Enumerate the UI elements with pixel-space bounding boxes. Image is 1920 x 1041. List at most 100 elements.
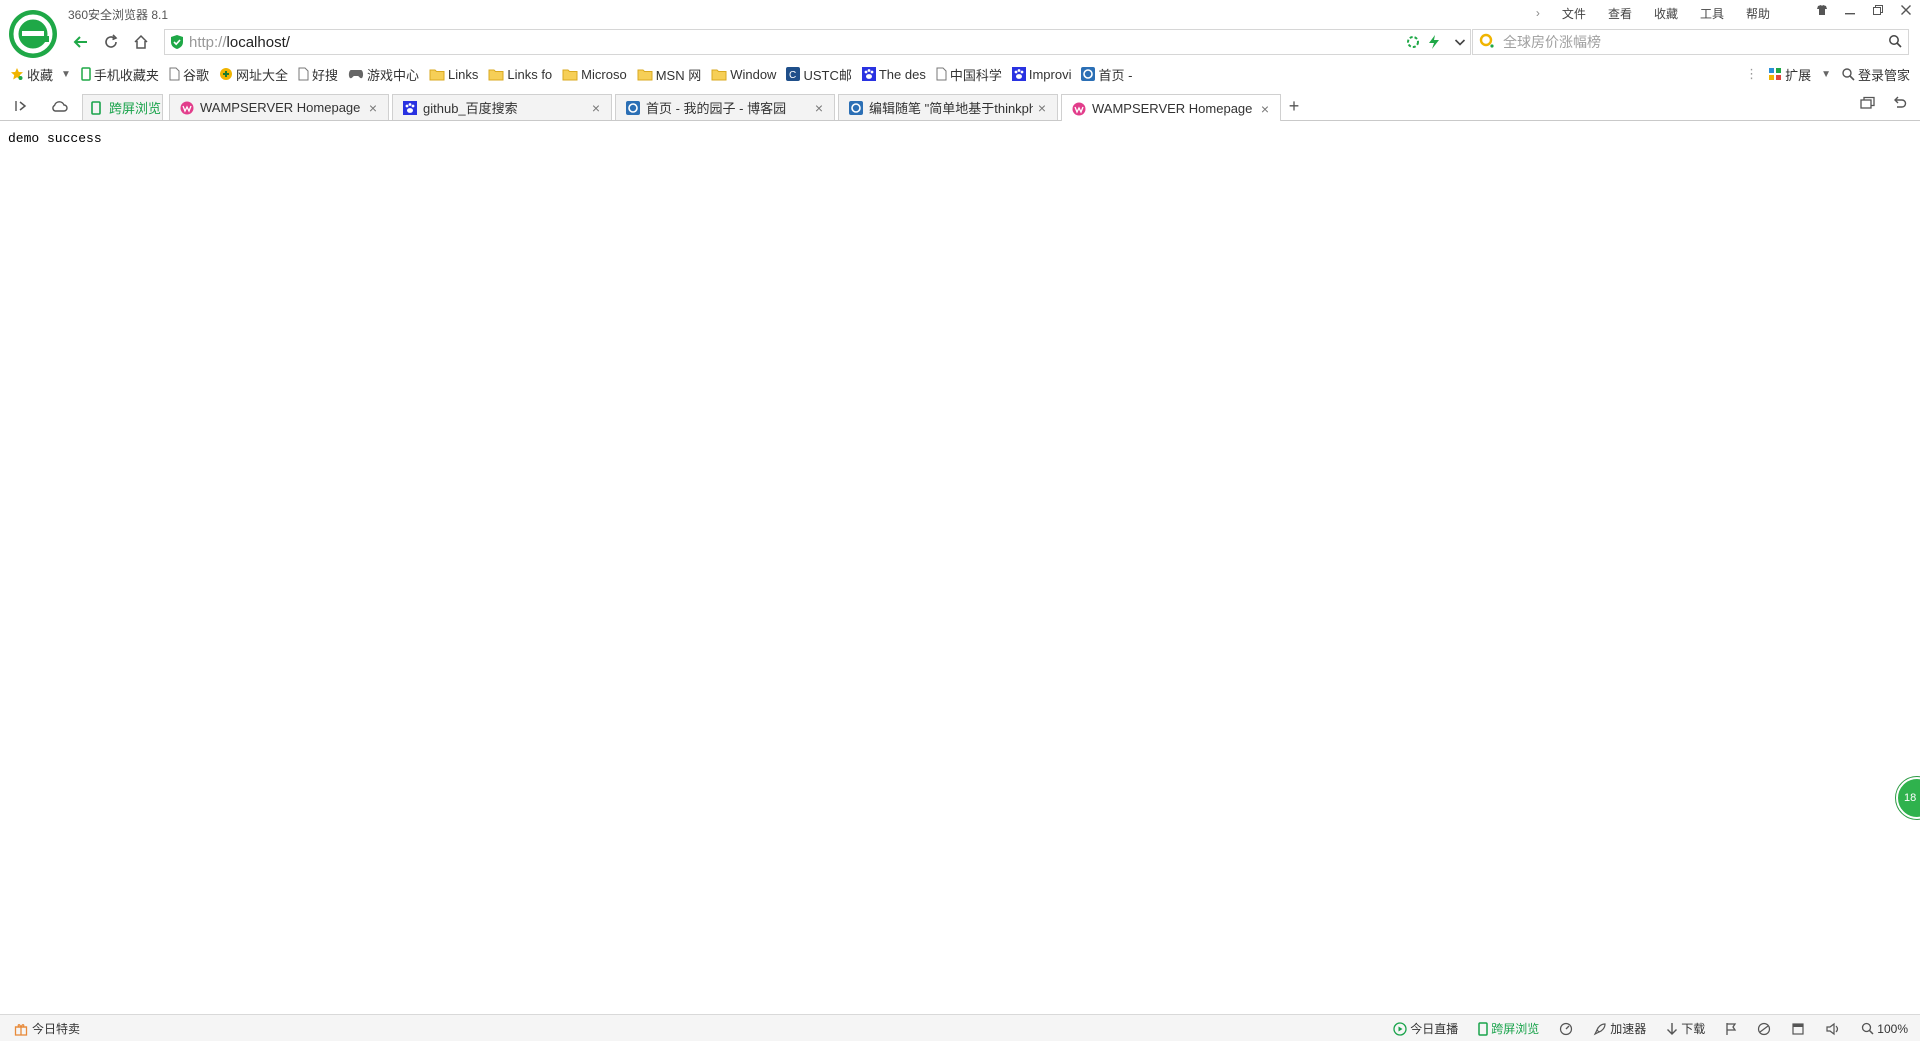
search-bar[interactable] (1472, 29, 1909, 55)
tab-list-icon[interactable] (1860, 96, 1876, 110)
bookmark-folder-links-fo[interactable]: Links fo (488, 67, 552, 82)
floating-assistant-ball[interactable]: 18 (1896, 777, 1920, 819)
cloud-sync-icon[interactable] (46, 94, 72, 118)
cross-screen-label: 跨屏浏览 (1491, 1022, 1540, 1036)
bookmark-the-des[interactable]: The des (861, 67, 926, 82)
zoom-control[interactable]: 100% (1861, 1022, 1908, 1036)
search-engine-icon[interactable] (1479, 33, 1495, 52)
new-tab-button[interactable]: + (1282, 95, 1306, 119)
extensions-label: 扩展 (1785, 67, 1812, 83)
bookmark-haosou[interactable]: 好搜 (298, 65, 338, 84)
dropdown-chevron-icon[interactable] (1454, 36, 1466, 48)
bookmark-improvi[interactable]: Improvi (1011, 66, 1072, 82)
compat-mode-icon[interactable] (1406, 35, 1420, 49)
close-tab-icon[interactable]: × (364, 100, 382, 116)
caret-down-icon: ▼ (1821, 68, 1831, 80)
cross-screen-button[interactable]: 跨屏浏览 (1478, 1020, 1539, 1037)
baidu-paw-icon (861, 67, 876, 81)
bookmark-folder-msn[interactable]: MSN 网 (637, 65, 701, 84)
page-icon (169, 67, 180, 81)
speed-test-icon[interactable] (1559, 1022, 1573, 1036)
tab-cnblogs-edit[interactable]: 编辑随笔 "简单地基于thinkphp × (838, 94, 1058, 120)
hao360-icon (219, 67, 233, 81)
download-arrow-icon (1666, 1022, 1678, 1036)
menu-view[interactable]: 查看 (1608, 5, 1632, 22)
bookmark-mobile-favorites[interactable]: 手机收藏夹 (81, 65, 159, 84)
tab-wampserver-1[interactable]: WAMPSERVER Homepage × (169, 94, 389, 120)
menu-tools[interactable]: 工具 (1700, 5, 1724, 22)
more-dots-icon[interactable]: ⋮ (1745, 66, 1758, 82)
login-manager-label: 登录管家 (1857, 67, 1910, 83)
accelerator-button[interactable]: 加速器 (1593, 1020, 1646, 1037)
browser-logo[interactable] (8, 9, 58, 59)
bookmark-label: 中国科学 (949, 67, 1002, 83)
cleanup-icon[interactable] (1757, 1022, 1771, 1036)
bookmark-folder-windows[interactable]: Window (711, 67, 776, 82)
tab-bar: 跨屏浏览 WAMPSERVER Homepage × github_百度搜索 ×… (0, 92, 1920, 122)
bookmark-label: Improvi (1028, 66, 1072, 82)
close-tab-icon[interactable]: × (1256, 101, 1274, 117)
bookmark-google[interactable]: 谷歌 (169, 65, 209, 84)
close-tab-icon[interactable]: × (587, 100, 605, 116)
close-tab-icon[interactable]: × (1033, 100, 1051, 116)
live-button[interactable]: 今日直播 (1393, 1020, 1458, 1037)
speed-mode-icon[interactable] (1428, 35, 1440, 49)
minimize-icon[interactable] (1836, 0, 1864, 20)
search-input[interactable] (1501, 33, 1885, 51)
favorites-label: 收藏 (27, 67, 54, 83)
chevron-right-icon[interactable]: › (1536, 6, 1540, 20)
live-label: 今日直播 (1410, 1022, 1459, 1036)
folder-icon (488, 68, 504, 81)
address-actions (1398, 32, 1466, 52)
status-right: 今日直播 跨屏浏览 加速器 下载 100% (1373, 1020, 1908, 1037)
close-tab-icon[interactable]: × (810, 100, 828, 116)
menu-file[interactable]: 文件 (1562, 5, 1586, 22)
bookmark-label: Microso (581, 66, 627, 82)
url-text[interactable]: http://localhost/ (189, 34, 290, 51)
tab-cross-screen[interactable]: 跨屏浏览 (82, 94, 163, 120)
address-bar[interactable]: http://localhost/ (164, 29, 1471, 55)
folder-icon (637, 68, 653, 81)
search-icon[interactable] (1888, 34, 1902, 51)
cnblogs-icon (1081, 67, 1096, 81)
menu-favorites[interactable]: 收藏 (1654, 5, 1678, 22)
bookmark-folder-microsoft[interactable]: Microso (562, 67, 627, 82)
bookmark-folder-links[interactable]: Links (429, 67, 478, 82)
home-button[interactable] (126, 28, 156, 56)
daily-deals-label: 今日特卖 (32, 1022, 81, 1036)
tab-github-baidu[interactable]: github_百度搜索 × (392, 94, 612, 120)
tab-cnblogs-home[interactable]: 首页 - 我的园子 - 博客园 × (615, 94, 835, 120)
extensions-button[interactable]: 扩展 ▼ (1768, 65, 1831, 84)
svg-text:C: C (789, 70, 796, 81)
download-button[interactable]: 下载 (1666, 1020, 1705, 1037)
favorites-menu[interactable]: 收藏 ▼ (10, 65, 71, 84)
sound-icon[interactable] (1825, 1022, 1841, 1036)
bookmark-hao360[interactable]: 网址大全 (219, 65, 288, 84)
bookmarks-bar: 收藏 ▼ 手机收藏夹 谷歌 网址大全 好搜 游戏中心 Links Links f… (10, 64, 1142, 84)
bookmark-game-center[interactable]: 游戏中心 (348, 65, 419, 84)
refresh-button[interactable] (96, 28, 126, 56)
flag-icon[interactable] (1725, 1022, 1737, 1036)
zoom-level: 100% (1877, 1021, 1908, 1036)
security-shield-icon[interactable] (170, 34, 184, 53)
bookmark-ustc-mail[interactable]: C USTC邮 (786, 65, 852, 84)
page-content: demo success 18 (0, 121, 1920, 1014)
sidebar-toggle-icon[interactable] (8, 94, 34, 118)
login-manager-button[interactable]: 登录管家 (1841, 65, 1910, 84)
tab-wampserver-active[interactable]: WAMPSERVER Homepage × (1061, 94, 1281, 122)
undo-close-icon[interactable] (1892, 96, 1908, 110)
bookmark-cas[interactable]: 中国科学 (936, 65, 1002, 84)
back-button[interactable] (66, 28, 96, 56)
window-controls (1808, 0, 1920, 20)
folder-icon (562, 68, 578, 81)
window-title: 360安全浏览器 8.1 (68, 8, 169, 22)
window-mode-icon[interactable] (1791, 1022, 1805, 1036)
menu-help[interactable]: 帮助 (1746, 5, 1770, 22)
top-menu-bar: › 文件 查看 收藏 工具 帮助 (1536, 3, 1770, 23)
close-window-icon[interactable] (1892, 0, 1920, 20)
skin-icon[interactable] (1808, 0, 1836, 20)
restore-icon[interactable] (1864, 0, 1892, 20)
status-left[interactable]: 今日特卖 (14, 1020, 80, 1037)
bookmark-cnblogs-home[interactable]: 首页 - (1081, 65, 1132, 84)
navigation-controls (66, 28, 156, 56)
